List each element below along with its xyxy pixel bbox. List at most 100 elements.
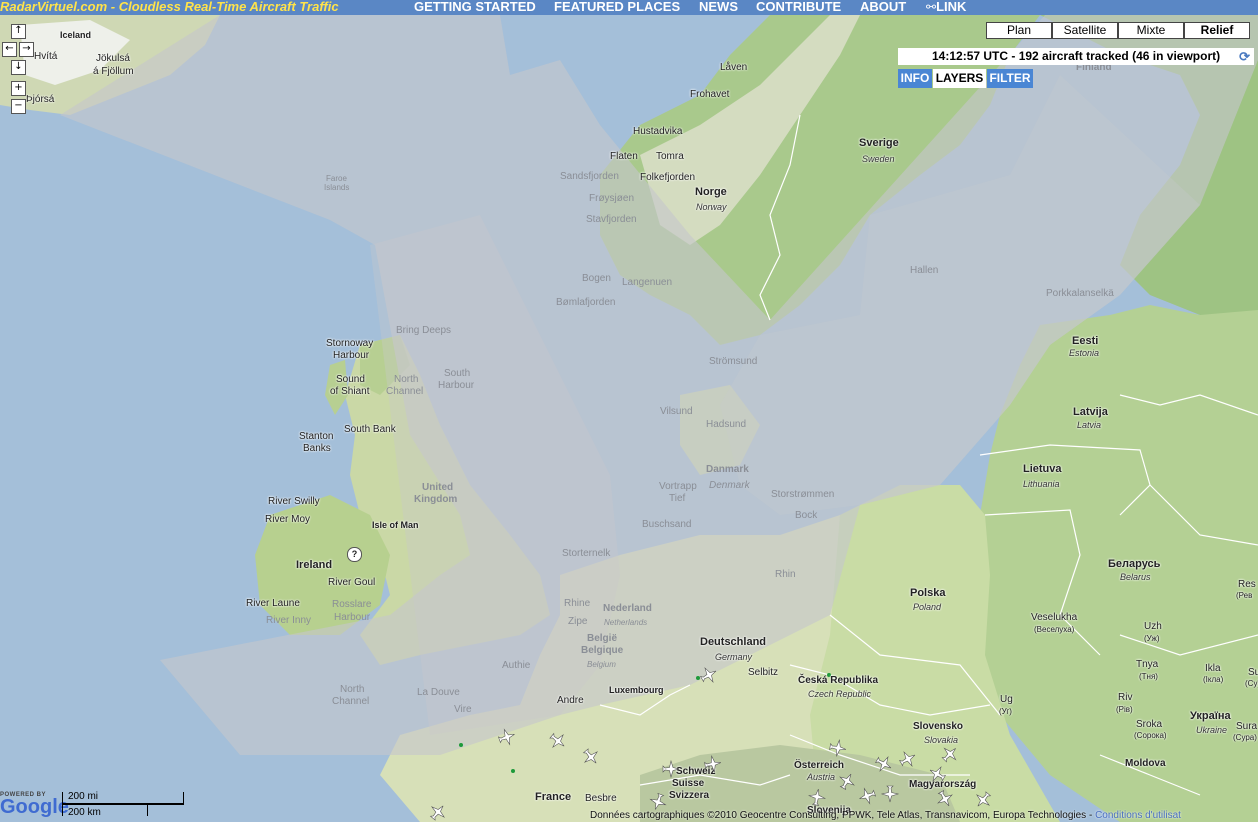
- aircraft-icon[interactable]: [582, 748, 600, 766]
- label-tnya: Tnya: [1136, 659, 1159, 670]
- label-froysjoen: Frøysjøen: [589, 193, 634, 204]
- aircraft-icon[interactable]: [498, 728, 516, 746]
- aircraft-icon[interactable]: [429, 803, 447, 821]
- tracking-status-bar: 14:12:57 UTC - 192 aircraft tracked (46 …: [898, 48, 1254, 65]
- label-laven: Låven: [720, 62, 748, 73]
- label-porkkalanselka: Porkkalanselkä: [1046, 288, 1114, 299]
- label-flaten: Flaten: [610, 151, 638, 162]
- label-jokulsa: Jökulsá: [96, 53, 130, 64]
- label-islands: Islands: [324, 183, 350, 192]
- aircraft-icon[interactable]: [808, 788, 826, 806]
- label-stornoway: Stornoway: [326, 338, 374, 349]
- google-logo[interactable]: POWERED BY Google: [0, 792, 69, 817]
- scale-bar-km: 200 km: [62, 805, 148, 818]
- tab-filter[interactable]: FILTER: [987, 69, 1033, 88]
- label-res-native: (Рев: [1236, 591, 1253, 600]
- label-polska: Polska: [910, 587, 946, 599]
- pan-right-button[interactable]: →: [19, 42, 34, 57]
- aircraft-icon[interactable]: [700, 666, 718, 684]
- aircraft-icon[interactable]: [649, 793, 667, 811]
- label-belgium: Belgium: [587, 660, 616, 669]
- map-type-plan-button[interactable]: Plan: [986, 22, 1052, 39]
- label-storstrommen: Storstrømmen: [771, 489, 835, 500]
- nav-about[interactable]: ABOUT: [860, 0, 906, 14]
- label-belarus-native: Беларусь: [1108, 558, 1161, 570]
- label-latvija: Latvija: [1073, 406, 1108, 418]
- help-marker-icon[interactable]: ?: [347, 547, 362, 562]
- pan-up-button[interactable]: ↑: [11, 24, 26, 39]
- label-danmark: Danmark: [706, 464, 749, 475]
- label-vilsund: Vilsund: [660, 406, 693, 417]
- label-frohavet: Frohavet: [690, 89, 730, 100]
- pan-left-button[interactable]: ←: [2, 42, 17, 57]
- nav-getting-started[interactable]: GETTING STARTED: [414, 0, 536, 14]
- label-germany: Germany: [715, 652, 753, 662]
- aircraft-icon[interactable]: [662, 760, 680, 778]
- label-hvita: Hvítá: [34, 51, 58, 62]
- label-estonia: Estonia: [1069, 348, 1100, 358]
- nav-link[interactable]: ⚯LINK: [926, 0, 966, 14]
- site-brand-link[interactable]: RadarVirtuel.com - Cloudless Real-Time A…: [0, 0, 339, 14]
- tab-layers[interactable]: LAYERS: [933, 69, 986, 88]
- label-afjollum: á Fjöllum: [93, 66, 134, 77]
- aircraft-icon[interactable]: [829, 739, 847, 757]
- label-osterreich: Österreich: [794, 760, 845, 771]
- map-type-mixte-button[interactable]: Mixte: [1118, 22, 1184, 39]
- zoom-out-button[interactable]: −: [11, 99, 26, 114]
- aircraft-icon[interactable]: [875, 755, 893, 773]
- label-river-inny: River Inny: [266, 615, 312, 626]
- aircraft-icon[interactable]: [858, 787, 876, 805]
- label-rosslare-harbour: Harbour: [334, 612, 371, 623]
- label-tnya-native: (Тня): [1139, 672, 1158, 681]
- label-riv-native: (Рів): [1116, 705, 1133, 714]
- refresh-icon[interactable]: ⟳: [1239, 48, 1250, 65]
- label-river-swilly: River Swilly: [268, 496, 320, 507]
- label-veselukha: Veselukha: [1031, 612, 1078, 623]
- label-ikla-native: (Ікла): [1203, 675, 1224, 684]
- label-sura-native: (Сура): [1233, 733, 1257, 742]
- label-austria: Austria: [807, 772, 836, 782]
- label-iceland: Iceland: [60, 30, 92, 40]
- label-france: France: [535, 791, 572, 803]
- aircraft-icon[interactable]: [941, 745, 959, 763]
- map-type-relief-button[interactable]: Relief: [1184, 22, 1250, 39]
- tab-info[interactable]: INFO: [898, 69, 932, 88]
- label-ug: Ug: [1000, 694, 1013, 705]
- label-hadsund: Hadsund: [706, 419, 747, 430]
- label-bomlafjorden: Bømlafjorden: [556, 297, 616, 308]
- label-moldova: Moldova: [1125, 758, 1166, 769]
- label-belarus: Belarus: [1120, 572, 1151, 582]
- label-latvia: Latvia: [1077, 420, 1102, 430]
- label-lithuania: Lithuania: [1023, 479, 1060, 489]
- aircraft-icon[interactable]: [838, 772, 856, 790]
- pan-down-button[interactable]: ↓: [11, 60, 26, 75]
- zoom-in-button[interactable]: +: [11, 81, 26, 96]
- label-north-channel-a: North: [394, 374, 419, 385]
- aircraft-icon[interactable]: [974, 791, 992, 809]
- aircraft-icon[interactable]: [881, 785, 899, 803]
- nav-featured-places[interactable]: FEATURED PLACES: [554, 0, 680, 14]
- aircraft-icon[interactable]: [936, 790, 954, 808]
- map-type-satellite-button[interactable]: Satellite: [1052, 22, 1118, 39]
- aircraft-icon[interactable]: [549, 732, 567, 750]
- label-stromsund: Strömsund: [709, 356, 758, 367]
- terms-link[interactable]: Conditions d'utilisat: [1095, 810, 1181, 821]
- aircraft-icon[interactable]: [899, 750, 917, 768]
- map-canvas[interactable]: Iceland Hvítá Jökulsá á Fjöllum Þjórsá F…: [0, 15, 1258, 822]
- label-hustadvika: Hustadvika: [633, 126, 683, 137]
- nav-contribute[interactable]: CONTRIBUTE: [756, 0, 841, 14]
- nav-news[interactable]: NEWS: [699, 0, 738, 14]
- label-faroe: Faroe: [326, 174, 347, 183]
- label-luxembourg: Luxembourg: [609, 685, 664, 695]
- label-north-channel-2a: North: [340, 684, 365, 695]
- label-veselukha-native: (Веселуха): [1034, 625, 1075, 634]
- label-res: Res: [1238, 579, 1256, 590]
- label-tomra: Tomra: [656, 151, 684, 162]
- map-background: [0, 15, 1258, 822]
- label-river-laune: River Laune: [246, 598, 300, 609]
- label-la-douve: La Douve: [417, 687, 460, 698]
- aircraft-icon[interactable]: [704, 755, 722, 773]
- label-rhine: Rhine: [564, 598, 591, 609]
- scale-miles-label: 200 mi: [68, 791, 99, 802]
- aircraft-icon[interactable]: [928, 765, 946, 783]
